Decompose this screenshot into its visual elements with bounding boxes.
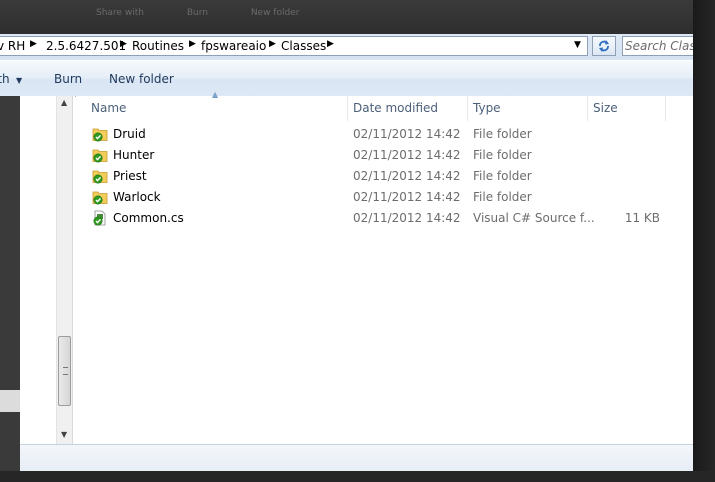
- refresh-icon: [599, 40, 609, 52]
- scroll-up-arrow[interactable]: ▲: [61, 98, 67, 107]
- breadcrumb-item-classes[interactable]: Classes: [281, 39, 326, 53]
- list-item[interactable]: Priest 02/11/2012 14:42 File folder: [76, 166, 693, 187]
- refresh-button[interactable]: [592, 36, 616, 56]
- background-window-fragment: [0, 390, 20, 412]
- column-header-size[interactable]: Size: [588, 96, 666, 121]
- file-name: Common.cs: [113, 211, 184, 225]
- column-header-name[interactable]: Name: [76, 96, 348, 121]
- search-box[interactable]: [622, 36, 693, 56]
- file-type: Visual C# Source f...: [473, 211, 595, 225]
- share-with-menu[interactable]: ith: [0, 72, 10, 86]
- search-input[interactable]: [625, 38, 693, 54]
- grip-icon: [63, 367, 68, 375]
- chevron-right-icon[interactable]: ▶: [269, 39, 276, 49]
- command-bar: ith ▼ Burn New folder: [0, 61, 693, 97]
- chevron-right-icon[interactable]: ▶: [189, 39, 196, 49]
- list-item[interactable]: Druid 02/11/2012 14:42 File folder: [76, 124, 693, 145]
- chevron-right-icon[interactable]: ▶: [120, 39, 127, 49]
- ghost-share-with: Share with: [96, 8, 144, 18]
- file-date: 02/11/2012 14:42: [353, 127, 461, 141]
- file-type: File folder: [473, 169, 532, 183]
- column-header-date[interactable]: Date modified: [348, 96, 468, 121]
- breadcrumb-item-fpswareaio[interactable]: fpswareaio: [201, 39, 266, 53]
- breadcrumb-item-routines[interactable]: Routines: [132, 39, 184, 53]
- address-bar[interactable]: v RH ▶ 2.5.6427.501 ▶ Routines ▶ fpsware…: [0, 36, 588, 56]
- list-item[interactable]: Common.cs 02/11/2012 14:42 Visual C# Sou…: [76, 208, 693, 229]
- file-type: File folder: [473, 127, 532, 141]
- list-item[interactable]: Hunter 02/11/2012 14:42 File folder: [76, 145, 693, 166]
- desktop-edge-bottom: [0, 471, 715, 482]
- navigation-scrollbar[interactable]: ▲ ▼: [56, 96, 73, 444]
- file-name: Priest: [113, 169, 147, 183]
- desktop-edge-left: [0, 96, 20, 471]
- column-header-row: ▲ Name Date modified Type Size: [76, 90, 693, 121]
- address-bar-row: v RH ▶ 2.5.6427.501 ▶ Routines ▶ fpsware…: [0, 34, 693, 60]
- file-date: 02/11/2012 14:42: [353, 190, 461, 204]
- new-folder-button[interactable]: New folder: [109, 72, 174, 86]
- chevron-right-icon[interactable]: ▶: [30, 39, 37, 49]
- ghost-new-folder: New folder: [250, 8, 300, 18]
- file-name: Warlock: [113, 190, 161, 204]
- chevron-down-icon[interactable]: ▼: [16, 76, 22, 85]
- desktop-edge-right: [693, 0, 715, 482]
- folder-icon: [92, 128, 108, 142]
- scroll-down-arrow[interactable]: ▼: [61, 430, 67, 439]
- file-type: File folder: [473, 190, 532, 204]
- details-pane: [20, 444, 693, 471]
- explorer-window: v RH ▶ 2.5.6427.501 ▶ Routines ▶ fpsware…: [0, 34, 693, 471]
- burn-button[interactable]: Burn: [54, 72, 82, 86]
- list-item[interactable]: Warlock 02/11/2012 14:42 File folder: [76, 187, 693, 208]
- scrollbar-thumb[interactable]: [58, 336, 71, 406]
- file-name: Druid: [113, 127, 146, 141]
- folder-icon: [92, 170, 108, 184]
- ghost-burn: Burn: [186, 8, 208, 18]
- chevron-down-icon[interactable]: ▼: [574, 40, 581, 50]
- breadcrumb-partial[interactable]: v RH: [0, 39, 25, 53]
- csharp-file-icon: [93, 210, 106, 226]
- file-size: 11 KB: [624, 211, 660, 225]
- folder-icon: [92, 149, 108, 163]
- file-date: 02/11/2012 14:42: [353, 211, 461, 225]
- file-type: File folder: [473, 148, 532, 162]
- folder-icon: [92, 191, 108, 205]
- breadcrumb-item-version[interactable]: 2.5.6427.501: [46, 39, 126, 53]
- column-header-type[interactable]: Type: [468, 96, 588, 121]
- chevron-right-icon[interactable]: ▶: [327, 39, 334, 49]
- file-date: 02/11/2012 14:42: [353, 169, 461, 183]
- file-date: 02/11/2012 14:42: [353, 148, 461, 162]
- background-window-toolbar: Share with Burn New folder: [96, 8, 396, 32]
- file-name: Hunter: [113, 148, 155, 162]
